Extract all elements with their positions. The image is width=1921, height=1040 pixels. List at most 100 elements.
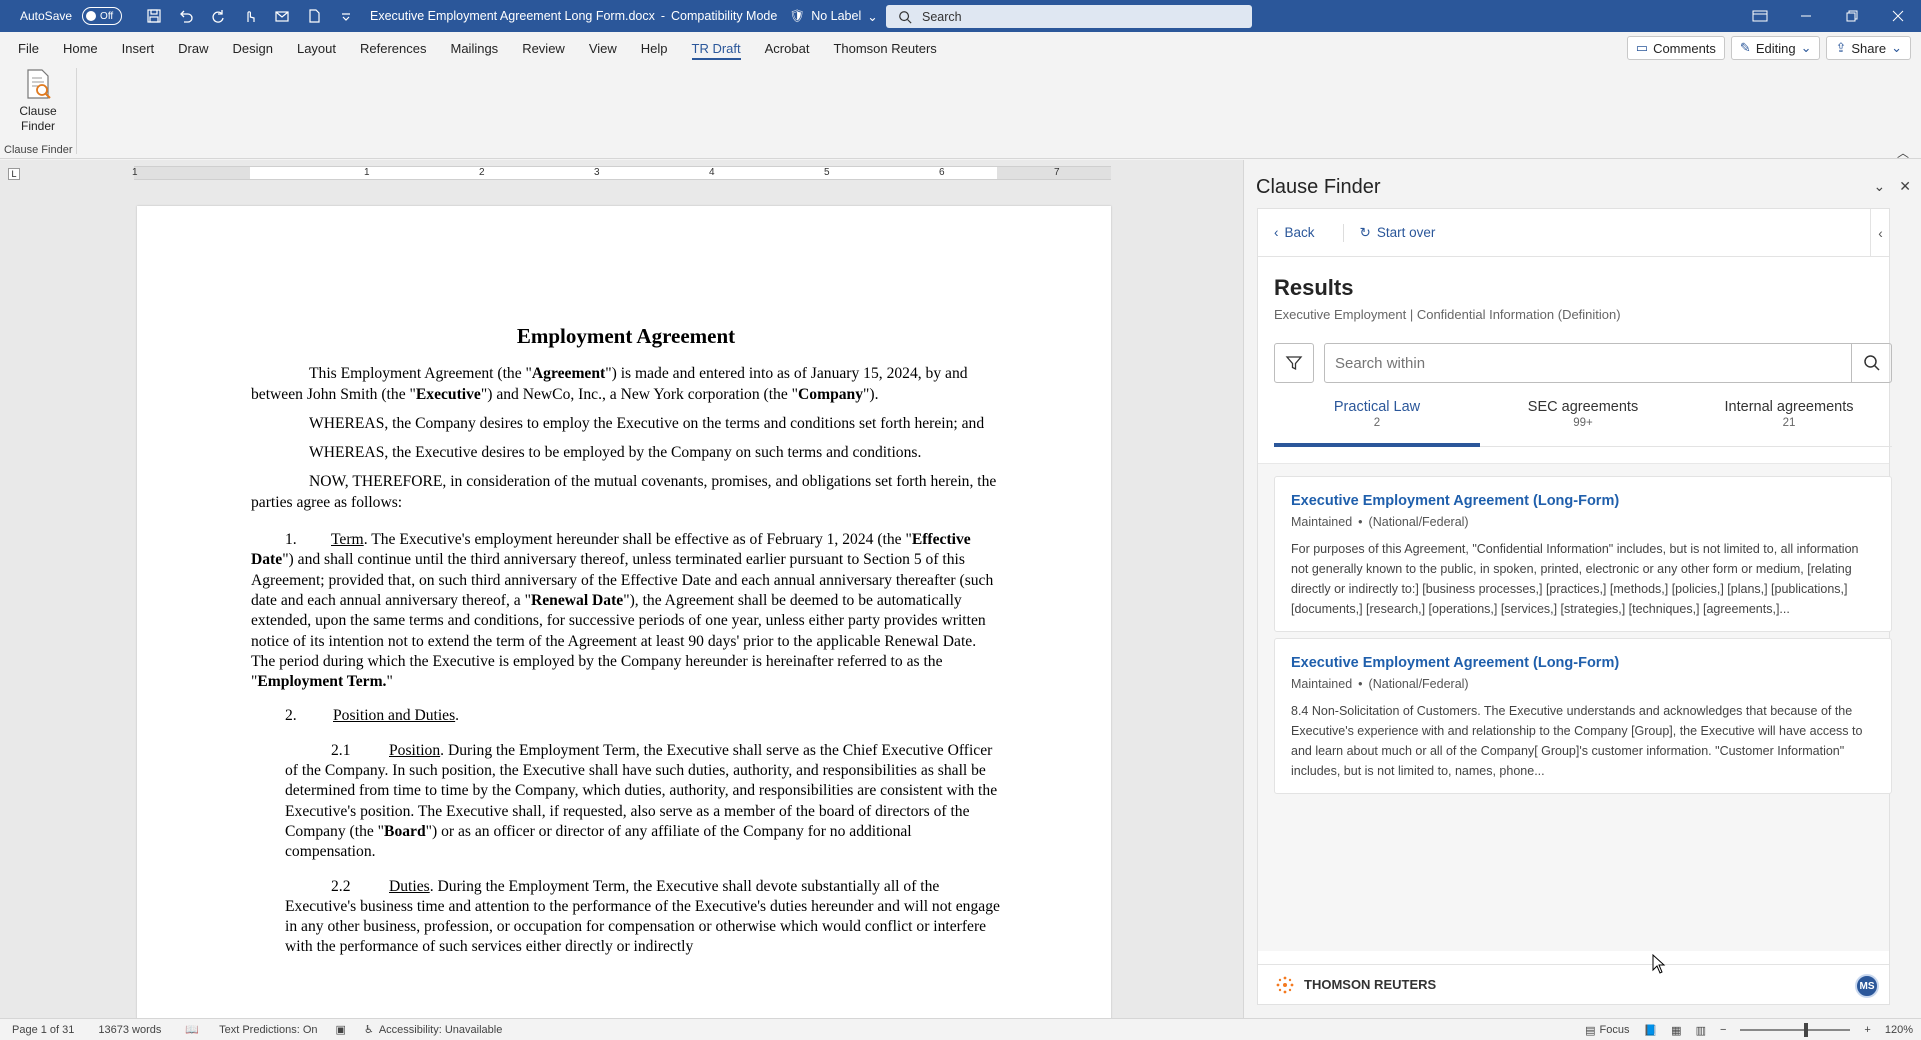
start-over-label: Start over [1376, 225, 1436, 240]
undo-icon[interactable] [172, 2, 200, 30]
tab-view[interactable]: View [577, 32, 629, 64]
chevron-down-icon[interactable]: ⌄ [1874, 178, 1886, 195]
comments-button[interactable]: ▭ Comments [1626, 36, 1725, 60]
macro-icon[interactable]: ▣ [336, 1023, 346, 1036]
search-within-input[interactable] [1325, 344, 1851, 382]
web-layout-icon[interactable]: ▥ [1696, 1024, 1706, 1037]
paragraph: WHEREAS, the Executive desires to be emp… [309, 444, 922, 462]
pdf-icon[interactable] [300, 2, 328, 30]
clause-finder-pane: Clause Finder ⌄ ✕ ‹ Back ↻ Start over ‹ Re… [1243, 160, 1921, 1018]
tab-mailings[interactable]: Mailings [439, 32, 511, 64]
editing-button[interactable]: ✎ Editing ⌄ [1730, 36, 1821, 60]
tab-insert[interactable]: Insert [110, 32, 167, 64]
chevron-left-icon: ‹ [1274, 225, 1279, 240]
tab-draw[interactable]: Draw [166, 32, 220, 64]
save-icon[interactable] [140, 2, 168, 30]
focus-icon: ▤ [1585, 1024, 1596, 1037]
zoom-out-button[interactable]: − [1720, 1024, 1726, 1036]
close-icon[interactable]: ✕ [1899, 178, 1911, 195]
result-snippet: For purposes of this Agreement, "Confide… [1291, 542, 1859, 616]
clause-finder-button[interactable]: Clause Finder [10, 68, 66, 142]
proofing-icon[interactable]: 📖 [185, 1023, 199, 1036]
zoom-level[interactable]: 120% [1885, 1024, 1913, 1036]
results-tab-sec-agreements[interactable]: SEC agreements 99+ [1480, 399, 1686, 446]
filter-button[interactable] [1274, 343, 1314, 383]
focus-button[interactable]: ▤ Focus [1585, 1024, 1629, 1037]
restore-icon[interactable] [1829, 0, 1875, 32]
email-icon[interactable] [268, 2, 296, 30]
result-title-link[interactable]: Executive Employment Agreement (Long-For… [1291, 655, 1875, 671]
tab-references[interactable]: References [348, 32, 438, 64]
read-mode-icon[interactable]: 📘 [1643, 1024, 1657, 1037]
file-name: Executive Employment Agreement Long Form… [370, 9, 655, 23]
share-label: Share [1851, 40, 1887, 56]
result-status: Maintained [1291, 515, 1353, 529]
results-tab-practical-law[interactable]: Practical Law 2 [1274, 399, 1480, 447]
document-page[interactable]: Employment Agreement This Employment Agr… [137, 206, 1111, 1018]
ruler-number: 1 [132, 167, 138, 178]
print-layout-icon[interactable]: ▦ [1671, 1024, 1681, 1037]
search-within-button[interactable] [1851, 344, 1891, 382]
shield-icon[interactable]: 🛡 [789, 9, 805, 24]
status-bar: Page 1 of 31 13673 words 📖 Text Predicti… [0, 1018, 1921, 1040]
result-card[interactable]: Executive Employment Agreement (Long-For… [1274, 476, 1892, 632]
autosave-state: Off [100, 10, 114, 22]
accessibility-label: Accessibility: Unavailable [378, 1023, 503, 1036]
ribbon-display-icon[interactable] [1737, 0, 1783, 32]
tab-thomson-reuters[interactable]: Thomson Reuters [821, 32, 948, 64]
results-tab-count: 2 [1373, 417, 1381, 429]
group-divider [76, 68, 77, 154]
title-bar: AutoSave Off Executive Employment Agreem… [0, 0, 1921, 32]
tab-tr-draft[interactable]: TR Draft [680, 32, 753, 64]
result-jurisdiction: (National/Federal) [1368, 515, 1469, 529]
zoom-slider[interactable] [1740, 1023, 1851, 1037]
close-icon[interactable] [1875, 0, 1921, 32]
text-predictions[interactable]: Text Predictions: On [219, 1024, 317, 1036]
page-count[interactable]: Page 1 of 31 [12, 1024, 74, 1036]
ruler-number: 7 [1054, 167, 1060, 178]
section-term: 1. Term. The Executive's employment hereu… [251, 531, 994, 691]
compatibility-mode: Compatibility Mode [671, 9, 778, 23]
tab-help[interactable]: Help [629, 32, 680, 64]
document-heading: Employment Agreement [516, 324, 736, 348]
result-title-link[interactable]: Executive Employment Agreement (Long-For… [1291, 493, 1875, 509]
horizontal-ruler[interactable]: 1 1 2 3 4 5 6 7 [132, 166, 1111, 180]
redo-icon[interactable] [204, 2, 232, 30]
accessibility-status[interactable]: ♿ Accessibility: Unavailable [364, 1023, 503, 1037]
results-tab-label: Practical Law [1333, 399, 1421, 415]
minimize-icon[interactable] [1783, 0, 1829, 32]
zoom-in-button[interactable]: + [1864, 1024, 1870, 1036]
tab-selector[interactable]: L [8, 168, 20, 180]
start-over-button[interactable]: ↻ Start over [1360, 225, 1436, 241]
touch-mode-icon[interactable] [236, 2, 264, 30]
tab-file[interactable]: File [0, 32, 51, 64]
zoom-thumb[interactable] [1804, 1023, 1809, 1037]
tab-acrobat[interactable]: Acrobat [753, 32, 822, 64]
result-dot: • [1358, 677, 1363, 691]
tab-home[interactable]: Home [51, 32, 110, 64]
autosave-toggle[interactable]: Off [82, 7, 123, 25]
result-snippet: 8.4 Non-Solicitation of Customers. The E… [1291, 704, 1863, 778]
search-icon [1863, 355, 1880, 371]
tab-design[interactable]: Design [221, 32, 285, 64]
word-count[interactable]: 13673 words [98, 1024, 161, 1036]
chevron-down-icon[interactable]: ⌄ [867, 9, 877, 24]
share-button[interactable]: ⇪ Share ⌄ [1826, 36, 1911, 60]
clause-finder-line2: Finder [20, 119, 55, 133]
pencil-icon: ✎ [1739, 40, 1751, 55]
avatar[interactable]: MS [1855, 974, 1879, 998]
comments-label: Comments [1653, 40, 1716, 56]
sensitivity-label[interactable]: No Label [811, 9, 861, 23]
customize-qat-icon[interactable] [332, 2, 360, 30]
results-subtitle: Executive Employment | Confidential Info… [1274, 307, 1621, 322]
back-button[interactable]: ‹ Back [1274, 225, 1315, 240]
search-within [1324, 343, 1892, 383]
tab-layout[interactable]: Layout [285, 32, 348, 64]
result-meta: Maintained • (National/Federal) [1291, 677, 1875, 691]
collapse-ribbon-icon[interactable]: ︿ [1897, 144, 1909, 161]
result-card[interactable]: Executive Employment Agreement (Long-For… [1274, 638, 1892, 794]
search-box[interactable]: Search [886, 5, 1252, 28]
tab-review[interactable]: Review [510, 32, 577, 64]
collapse-panel-button[interactable]: ‹ [1870, 209, 1890, 257]
results-tab-internal-agreements[interactable]: Internal agreements 21 [1686, 399, 1892, 446]
